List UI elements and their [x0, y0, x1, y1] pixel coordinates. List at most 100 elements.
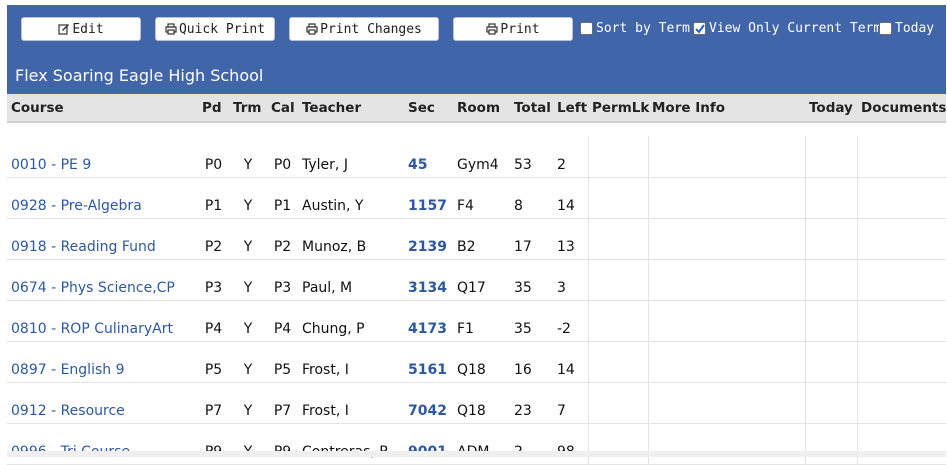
- cell-more-info: [647, 218, 805, 260]
- cell-trm: Y: [229, 423, 267, 465]
- cell-today: [804, 300, 857, 342]
- cell-total: 17: [510, 218, 553, 260]
- cell-teacher: Paul, M: [298, 259, 404, 301]
- sort-by-term-label: Sort by Term: [596, 20, 690, 36]
- cell-permlk: [587, 382, 648, 424]
- col-header-left[interactable]: Left: [553, 94, 588, 123]
- cell-cal: P5: [267, 341, 298, 383]
- sort-by-term-checkbox[interactable]: Sort by Term: [580, 19, 690, 37]
- cell-left: 7: [553, 382, 588, 424]
- cell-course-link[interactable]: 0010 - PE 9: [7, 136, 198, 178]
- cell-room: Gym4: [453, 136, 510, 178]
- cell-pd: P2: [198, 218, 229, 260]
- table-row: 0010 - PE 9 P0 Y P0 Tyler, J 45 Gym4 53 2: [7, 136, 946, 178]
- cell-course-link[interactable]: 0810 - ROP CulinaryArt: [7, 300, 198, 342]
- cell-cal: P3: [267, 259, 298, 301]
- cell-left: -2: [553, 300, 588, 342]
- col-header-total[interactable]: Total: [510, 94, 553, 123]
- cell-sec-link[interactable]: 45: [404, 136, 453, 178]
- printer-icon: [165, 23, 177, 35]
- cell-pd: P5: [198, 341, 229, 383]
- cell-room: Q17: [453, 259, 510, 301]
- cell-total: 2: [510, 423, 553, 465]
- cell-left: 2: [553, 136, 588, 178]
- table-row: 0928 - Pre-Algebra P1 Y P1 Austin, Y 1157 F4 8 1…: [7, 177, 946, 219]
- cell-more-info: [647, 423, 805, 465]
- checkmark-icon: [695, 23, 705, 34]
- cell-sec-link[interactable]: 9001: [404, 423, 453, 465]
- today-box[interactable]: [879, 21, 892, 35]
- print-label: Print: [500, 21, 540, 37]
- cell-pd: P7: [198, 382, 229, 424]
- today-checkbox[interactable]: Today: [879, 19, 934, 37]
- cell-left: 3: [553, 259, 588, 301]
- cell-sec-link[interactable]: 5161: [404, 341, 453, 383]
- col-header-pd[interactable]: Pd: [198, 94, 229, 123]
- cell-course-link[interactable]: 0912 - Resource: [7, 382, 198, 424]
- sort-by-term-box[interactable]: [580, 21, 593, 35]
- cell-course-link[interactable]: 0918 - Reading Fund: [7, 218, 198, 260]
- schedule-table: Course Pd Trm Cal Teacher Sec Room Total…: [7, 94, 946, 465]
- cell-documents: [856, 300, 946, 342]
- cell-trm: Y: [229, 341, 267, 383]
- cell-sec-link[interactable]: 1157: [404, 177, 453, 219]
- cell-teacher: Munoz, B: [298, 218, 404, 260]
- col-header-documents[interactable]: Documents: [857, 94, 946, 123]
- quick-print-button[interactable]: Quick Print: [155, 17, 275, 41]
- toolbar: Edit Quick Print Print Changes Print Sor…: [7, 5, 946, 56]
- edit-button[interactable]: Edit: [21, 17, 141, 41]
- cell-room: Q18: [453, 341, 510, 383]
- cell-documents: [856, 423, 946, 465]
- cell-today: [804, 341, 857, 383]
- cell-course-link[interactable]: 0674 - Phys Science,CP: [7, 259, 198, 301]
- printer-icon: [486, 23, 499, 35]
- col-header-course[interactable]: Course: [7, 94, 198, 123]
- cell-permlk: [587, 136, 648, 178]
- cell-more-info: [647, 136, 805, 178]
- cell-sec-link[interactable]: 4173: [404, 300, 453, 342]
- col-header-room[interactable]: Room: [453, 94, 510, 123]
- col-header-teacher[interactable]: Teacher: [298, 94, 404, 123]
- cell-more-info: [647, 341, 805, 383]
- col-header-permlk[interactable]: PermLk: [588, 94, 649, 123]
- cell-sec-link[interactable]: 2139: [404, 218, 453, 260]
- cell-course-link[interactable]: 0897 - English 9: [7, 341, 198, 383]
- cell-today: [804, 136, 857, 178]
- cell-documents: [856, 177, 946, 219]
- col-header-trm[interactable]: Trm: [229, 94, 267, 123]
- cell-teacher: Frost, I: [298, 382, 404, 424]
- table-row: 0912 - Resource P7 Y P7 Frost, I 7042 Q18 23 7: [7, 382, 946, 424]
- cell-sec-link[interactable]: 7042: [404, 382, 453, 424]
- table-header-row: Course Pd Trm Cal Teacher Sec Room Total…: [7, 94, 946, 123]
- cell-documents: [856, 136, 946, 178]
- footer-bar: [7, 451, 946, 457]
- cell-pd: P0: [198, 136, 229, 178]
- cell-total: 35: [510, 300, 553, 342]
- cell-left: 13: [553, 218, 588, 260]
- edit-icon: [58, 24, 70, 35]
- view-only-current-term-label: View Only Current Term: [709, 20, 882, 36]
- cell-documents: [856, 382, 946, 424]
- cell-course-link[interactable]: 0996 - Tri Course: [7, 423, 198, 465]
- col-header-today[interactable]: Today: [805, 94, 857, 123]
- cell-total: 8: [510, 177, 553, 219]
- cell-more-info: [647, 259, 805, 301]
- print-changes-label: Print Changes: [320, 21, 422, 37]
- cell-more-info: [647, 382, 805, 424]
- print-changes-button[interactable]: Print Changes: [289, 17, 439, 41]
- cell-trm: Y: [229, 136, 267, 178]
- view-only-current-term-box[interactable]: [693, 21, 706, 35]
- cell-permlk: [587, 259, 648, 301]
- print-button[interactable]: Print: [453, 17, 573, 41]
- cell-documents: [856, 259, 946, 301]
- cell-more-info: [647, 177, 805, 219]
- col-header-cal[interactable]: Cal: [267, 94, 298, 123]
- view-only-current-term-checkbox[interactable]: View Only Current Term: [693, 19, 881, 37]
- col-header-more-info[interactable]: More Info: [648, 94, 805, 123]
- cell-sec-link[interactable]: 3134: [404, 259, 453, 301]
- cell-permlk: [587, 341, 648, 383]
- col-header-sec[interactable]: Sec: [404, 94, 453, 123]
- cell-teacher: Contreras, P: [298, 423, 404, 465]
- cell-course-link[interactable]: 0928 - Pre-Algebra: [7, 177, 198, 219]
- table-row: 0996 - Tri CourseP9YP9Contreras, P9001AD…: [7, 423, 946, 465]
